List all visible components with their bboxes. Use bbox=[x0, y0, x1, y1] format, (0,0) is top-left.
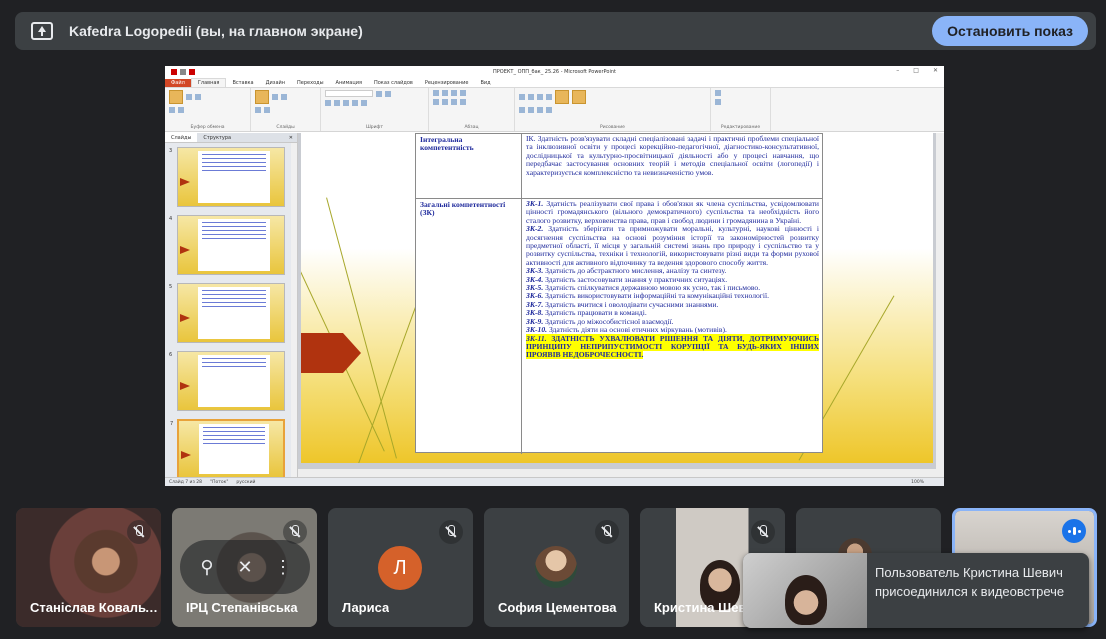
mute-participant-icon[interactable]: ✕ bbox=[233, 557, 257, 578]
panel-tabs: Слайды Структура ✕ bbox=[165, 133, 297, 143]
find-icon[interactable] bbox=[715, 90, 721, 96]
row2-label: Загальні компетентності (ЗК) bbox=[416, 199, 522, 454]
panel-tab-slides[interactable]: Слайды bbox=[165, 133, 198, 142]
speaking-indicator-icon bbox=[1062, 519, 1086, 543]
slide-thumbnail[interactable]: 4 bbox=[169, 215, 285, 275]
tile-hover-controls: ⚲ ✕ ⋮ bbox=[180, 540, 310, 594]
group-label: Слайды bbox=[276, 125, 295, 130]
slide-editor: Інтегральна компетентність ІК. Здатність… bbox=[298, 133, 944, 477]
status-theme: "Поток" bbox=[210, 479, 229, 485]
ppt-statusbar: Слайд 7 из 28 "Поток" русский 100% bbox=[165, 477, 944, 486]
minimize-icon[interactable]: – bbox=[896, 67, 899, 74]
paste-icon[interactable] bbox=[169, 90, 183, 104]
group-label: Абзац bbox=[464, 125, 479, 130]
close-icon[interactable]: ✕ bbox=[933, 67, 938, 74]
replace-icon[interactable] bbox=[715, 99, 721, 105]
slide-thumbnail[interactable]: 3 bbox=[169, 147, 285, 207]
presenting-title: Kafedra Logopedii (вы, на главном экране… bbox=[69, 23, 363, 39]
panel-scrollbar[interactable] bbox=[291, 143, 297, 477]
notification-message: Пользователь Кристина Шевич присоединилс… bbox=[875, 565, 1065, 599]
presenting-banner: Kafedra Logopedii (вы, на главном экране… bbox=[15, 12, 1096, 50]
ribbon-group-editing: Редактирование bbox=[711, 88, 771, 131]
shared-screen-powerpoint: ПРОЕКТ_ ОПП_бак_ 25.26 - Microsoft Power… bbox=[165, 66, 944, 486]
group-label: Редактирование bbox=[720, 125, 761, 130]
mic-off-icon bbox=[595, 520, 619, 544]
tab-animation[interactable]: Анимация bbox=[330, 79, 368, 87]
decor-arrow bbox=[301, 333, 361, 373]
ribbon-group-slides: Слайды bbox=[251, 88, 321, 131]
panel-tab-outline[interactable]: Структура bbox=[197, 133, 237, 142]
slide-horizontal-scrollbar[interactable] bbox=[298, 469, 936, 477]
close-panel-icon[interactable]: ✕ bbox=[283, 133, 297, 142]
group-label: Рисование bbox=[600, 125, 625, 130]
window-controls[interactable]: – □ ✕ bbox=[896, 67, 938, 74]
tab-transitions[interactable]: Переходы bbox=[291, 79, 330, 87]
font-name-field[interactable] bbox=[325, 90, 373, 97]
status-slide: Слайд 7 из 28 bbox=[169, 479, 203, 485]
ppt-titlebar: ПРОЕКТ_ ОПП_бак_ 25.26 - Microsoft Power… bbox=[165, 66, 944, 78]
notification-video-thumbnail bbox=[743, 553, 867, 628]
tab-insert[interactable]: Вставка bbox=[226, 79, 259, 87]
competency-table: Інтегральна компетентність ІК. Здатність… bbox=[415, 133, 823, 454]
participant-tile[interactable]: Л Лариса bbox=[328, 508, 473, 627]
participant-name: Станіслав Ковальчук bbox=[30, 600, 160, 615]
participant-name: ІРЦ Степанівська bbox=[186, 600, 298, 615]
present-screen-icon bbox=[31, 22, 53, 40]
participant-tile[interactable]: София Цементова bbox=[484, 508, 629, 627]
competency-item: ЗК-2. Здатність зберігати та примножуват… bbox=[526, 224, 819, 267]
mic-off-icon bbox=[127, 520, 151, 544]
row1-label: Інтегральна компетентність bbox=[416, 134, 522, 198]
mic-off-icon bbox=[439, 520, 463, 544]
ribbon-group-font: Шрифт bbox=[321, 88, 429, 131]
slide-vertical-scrollbar[interactable] bbox=[936, 133, 944, 477]
ppt-ribbon: Буфер обмена Слайды Шрифт Абзац Рисовани… bbox=[165, 88, 944, 132]
join-notification: Пользователь Кристина Шевич присоединилс… bbox=[743, 553, 1089, 628]
slide-thumbnail-selected[interactable]: 7 bbox=[170, 419, 285, 479]
competency-item: ЗК-1. Здатність реалізувати свої права і… bbox=[526, 199, 819, 225]
ribbon-group-paragraph: Абзац bbox=[429, 88, 515, 131]
participant-name: София Цементова bbox=[498, 600, 617, 615]
tab-home[interactable]: Главная bbox=[190, 78, 227, 87]
ppt-ribbon-tabs: Файл Главная Вставка Дизайн Переходы Ани… bbox=[165, 78, 944, 88]
competency-item-highlighted: ЗК-11. ЗДАТНІСТЬ УХВАЛЮВАТИ РІШЕННЯ ТА Д… bbox=[526, 333, 819, 360]
decor-line bbox=[326, 197, 397, 459]
stop-presenting-button[interactable]: Остановить показ bbox=[932, 16, 1088, 46]
tab-file[interactable]: Файл bbox=[165, 79, 191, 87]
avatar: Л bbox=[378, 546, 422, 590]
status-zoom[interactable]: 100% bbox=[911, 480, 924, 485]
ribbon-group-clipboard: Буфер обмена bbox=[165, 88, 251, 131]
status-language: русский bbox=[236, 479, 256, 485]
tab-design[interactable]: Дизайн bbox=[260, 79, 291, 87]
participant-name: Лариса bbox=[342, 600, 390, 615]
quick-styles-icon[interactable] bbox=[572, 90, 586, 104]
tab-slideshow[interactable]: Показ слайдов bbox=[368, 79, 419, 87]
ribbon-group-drawing: Рисование bbox=[515, 88, 711, 131]
pin-icon[interactable]: ⚲ bbox=[195, 557, 219, 578]
row2-text: ЗК-1. Здатність реалізувати свої права і… bbox=[523, 199, 822, 454]
avatar bbox=[535, 546, 577, 588]
slide-thumbnail[interactable]: 6 bbox=[169, 351, 285, 411]
ppt-workspace: Слайды Структура ✕ 3 4 5 6 7 Інтегральна… bbox=[165, 133, 944, 479]
participant-tile[interactable]: Станіслав Ковальчук bbox=[16, 508, 161, 627]
group-label: Шрифт bbox=[365, 125, 384, 130]
arrange-icon[interactable] bbox=[555, 90, 569, 104]
tab-view[interactable]: Вид bbox=[474, 79, 496, 87]
new-slide-icon[interactable] bbox=[255, 90, 269, 104]
ppt-window-title: ПРОЕКТ_ ОПП_бак_ 25.26 - Microsoft Power… bbox=[493, 69, 616, 75]
slide-thumbnail[interactable]: 5 bbox=[169, 283, 285, 343]
maximize-icon[interactable]: □ bbox=[913, 67, 919, 74]
group-label: Буфер обмена bbox=[190, 125, 225, 130]
slides-panel: Слайды Структура ✕ 3 4 5 6 7 bbox=[165, 133, 298, 479]
tab-review[interactable]: Рецензирование bbox=[419, 79, 475, 87]
row1-text: ІК. Здатність розв'язувати складні спеці… bbox=[526, 134, 819, 177]
more-options-icon[interactable]: ⋮ bbox=[271, 557, 295, 578]
current-slide[interactable]: Інтегральна компетентність ІК. Здатність… bbox=[301, 133, 933, 463]
mic-off-icon bbox=[751, 520, 775, 544]
